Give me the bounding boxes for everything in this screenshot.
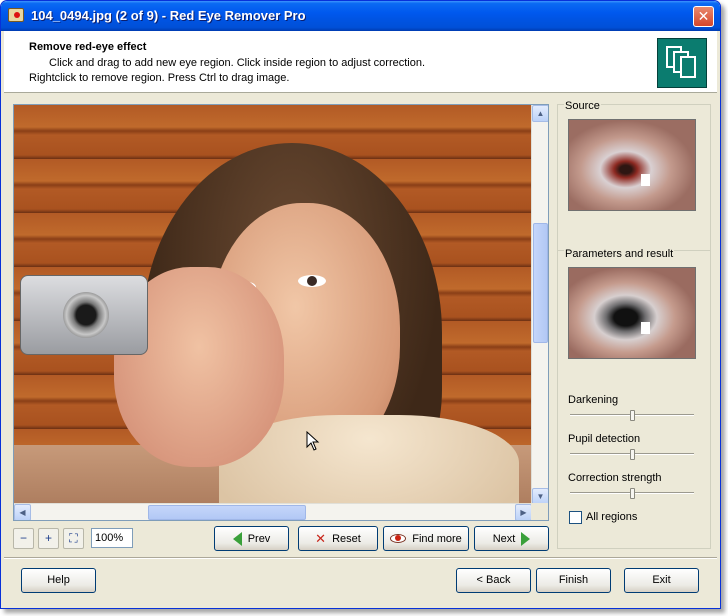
camera-lens	[63, 292, 109, 338]
source-eye-preview	[568, 119, 696, 211]
close-button[interactable]: ✕	[693, 6, 714, 27]
right-eye-region[interactable]	[298, 275, 326, 287]
green-right-arrow-icon	[521, 531, 531, 546]
scroll-corner	[531, 503, 548, 520]
pupil-detection-label: Pupil detection	[568, 433, 641, 445]
find-more-button[interactable]: Find more	[383, 526, 469, 551]
next-button[interactable]: Next	[474, 526, 549, 551]
scroll-up-button[interactable]: ▲	[532, 105, 548, 122]
correction-strength-slider-thumb[interactable]	[630, 488, 635, 499]
correction-panel: Source Parameters and result Darkening P…	[557, 100, 711, 549]
scroll-right-button[interactable]: ▶	[515, 504, 532, 520]
all-regions-label[interactable]: All regions	[586, 511, 637, 523]
reset-button[interactable]: ✕ Reset	[298, 526, 378, 551]
reset-x-icon: ✕	[315, 530, 327, 546]
exit-button[interactable]: Exit	[624, 568, 699, 593]
pupil-detection-slider-thumb[interactable]	[630, 449, 635, 460]
header-instruction-2: Rightclick to remove region. Press Ctrl …	[29, 72, 290, 84]
horizontal-scrollbar[interactable]: ◀ ▶	[14, 503, 532, 520]
source-group-label: Source	[564, 100, 601, 112]
back-button[interactable]: < Back	[456, 568, 531, 593]
photo-camera	[20, 275, 148, 355]
vertical-scroll-thumb[interactable]	[533, 223, 548, 343]
reset-label: Reset	[332, 532, 361, 545]
red-eye-app-icon	[8, 8, 24, 22]
green-left-arrow-icon	[232, 531, 242, 546]
zoom-in-icon[interactable]: +	[38, 528, 59, 549]
fit-to-window-icon[interactable]: ⛶	[63, 528, 84, 549]
result-eye-preview	[568, 267, 696, 359]
darkening-label: Darkening	[568, 394, 619, 406]
pupil-detection-slider[interactable]	[570, 449, 694, 460]
window-title: 104_0494.jpg (2 of 9) - Red Eye Remover …	[31, 8, 306, 23]
darkening-slider-thumb[interactable]	[630, 410, 635, 421]
eye-icon	[390, 534, 407, 543]
prev-button[interactable]: Prev	[214, 526, 289, 551]
pages-stack-icon	[657, 38, 707, 88]
app-window: 104_0494.jpg (2 of 9) - Red Eye Remover …	[0, 0, 721, 609]
vertical-scrollbar[interactable]: ▲ ▼	[531, 105, 548, 505]
params-group-label: Parameters and result	[564, 248, 675, 260]
footer-separator	[4, 557, 717, 559]
help-button[interactable]: Help	[21, 568, 96, 593]
correction-strength-slider[interactable]	[570, 488, 694, 499]
next-label: Next	[492, 532, 516, 545]
darkening-slider[interactable]	[570, 410, 694, 421]
prev-label: Prev	[247, 532, 271, 545]
header-title: Remove red-eye effect	[29, 41, 147, 53]
zoom-level-input[interactable]	[91, 528, 133, 548]
image-viewer[interactable]: ▲ ▼ ◀ ▶	[13, 104, 549, 521]
photo-canvas[interactable]	[14, 105, 532, 505]
correction-strength-label: Correction strength	[568, 472, 662, 484]
instruction-header: Remove red-eye effect Click and drag to …	[4, 31, 717, 93]
mouse-cursor-icon	[306, 431, 320, 451]
all-regions-checkbox[interactable]	[569, 511, 582, 524]
header-instruction-1: Click and drag to add new eye region. Cl…	[49, 57, 426, 69]
title-bar[interactable]: 104_0494.jpg (2 of 9) - Red Eye Remover …	[1, 1, 720, 31]
viewer-toolbar: − + ⛶ Prev ✕ Reset Find more Next	[13, 526, 549, 552]
finish-button[interactable]: Finish	[536, 568, 611, 593]
scroll-left-button[interactable]: ◀	[14, 504, 31, 520]
horizontal-scroll-thumb[interactable]	[148, 505, 306, 520]
result-glint	[641, 322, 650, 334]
find-more-label: Find more	[412, 532, 462, 545]
zoom-out-icon[interactable]: −	[13, 528, 34, 549]
source-glint	[641, 174, 650, 186]
